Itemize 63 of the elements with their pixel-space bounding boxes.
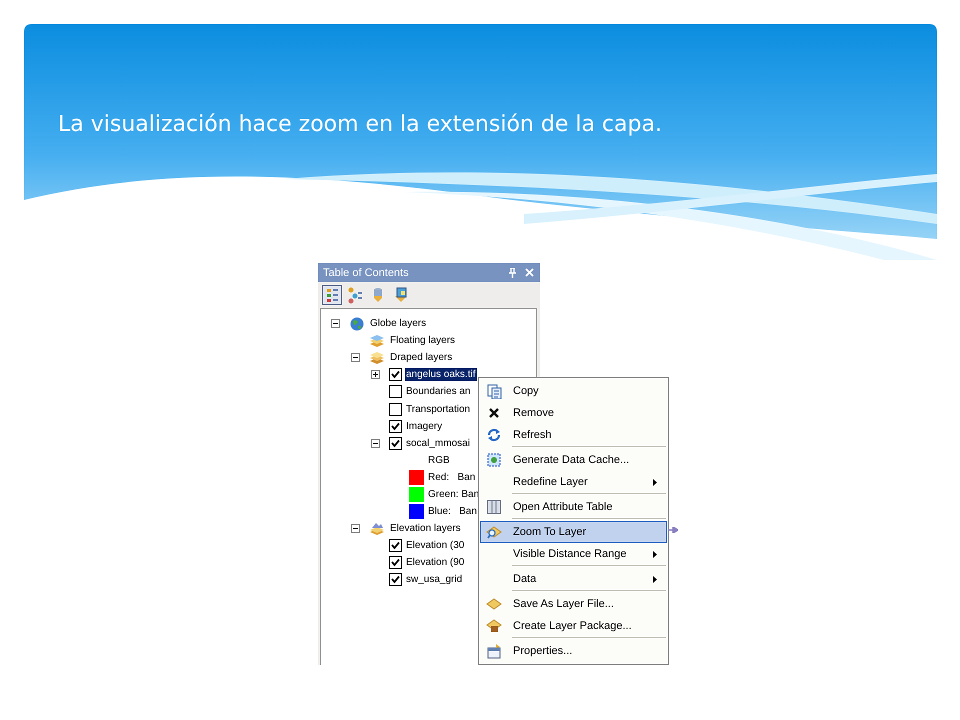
tree-item-label[interactable]: Floating layers	[389, 334, 456, 348]
tree-item-label[interactable]: sw_usa_grid	[405, 573, 464, 586]
menu-item[interactable]: Zoom To Layer	[480, 521, 667, 543]
layer-package-icon	[486, 618, 502, 634]
menu-item[interactable]: Create Layer Package...	[480, 615, 667, 640]
cache-grid-icon	[486, 452, 502, 468]
source-tree-icon	[346, 286, 364, 304]
menu-item[interactable]: Properties...	[480, 640, 667, 662]
zoom-layer-icon	[486, 524, 502, 540]
submenu-arrow-icon	[653, 576, 657, 582]
submenu-arrow-icon	[653, 550, 657, 558]
tree-item-label[interactable]: Draped layers	[389, 351, 454, 364]
tree-item-label[interactable]: Boundaries an	[405, 385, 472, 398]
menu-item[interactable]: Save As Layer File...	[480, 593, 667, 615]
tree-item-label[interactable]: Red: Ban	[427, 470, 476, 484]
menu-item[interactable]: Data	[480, 568, 667, 593]
close-icon[interactable]	[525, 268, 534, 277]
properties-icon	[486, 643, 502, 659]
tree-item-label[interactable]: Blue: Ban	[427, 505, 478, 518]
pointer-mark-icon	[668, 527, 678, 533]
checkbox[interactable]	[389, 556, 402, 570]
tree-item-label[interactable]: angelus oaks.tif	[405, 368, 476, 382]
tree-item-label[interactable]: Elevation layers	[389, 522, 462, 536]
menu-item[interactable]: Remove	[480, 402, 667, 424]
menu-item[interactable]: Open Attribute Table	[480, 496, 667, 521]
tree-item-label[interactable]: Elevation (30	[405, 539, 466, 552]
globe-icon	[349, 316, 365, 332]
checkmark-icon	[391, 370, 400, 380]
copy-icon	[486, 383, 502, 399]
menu-item[interactable]: Refresh	[480, 424, 667, 449]
elevation-layer-icon	[369, 520, 385, 537]
checkbox[interactable]	[389, 573, 402, 586]
checkbox[interactable]	[389, 420, 402, 433]
pin-icon[interactable]	[508, 268, 517, 278]
checkbox[interactable]	[389, 368, 402, 382]
slide-title: La visualización hace zoom en la extensión de la capa.	[58, 112, 662, 137]
expand-icon[interactable]	[371, 370, 380, 380]
checkbox[interactable]	[389, 436, 402, 450]
layer-stack-icon	[369, 350, 385, 366]
tree-item-label[interactable]: Transportation	[405, 402, 472, 416]
tree-item-label[interactable]: socal_mmosai	[405, 436, 471, 450]
panel-title: Table of Contents	[323, 266, 410, 278]
collapse-icon[interactable]	[351, 353, 360, 362]
menu-item[interactable]: Generate Data Cache...	[480, 449, 667, 471]
refresh-icon	[486, 427, 502, 443]
layer-stack-icon	[369, 332, 385, 349]
collapse-icon[interactable]	[371, 438, 380, 448]
tree-item-label[interactable]: Globe layers	[369, 317, 428, 330]
checkbox[interactable]	[389, 402, 402, 416]
checkbox[interactable]	[389, 539, 402, 552]
layer-file-icon	[486, 596, 502, 612]
table-icon	[486, 499, 502, 515]
menu-item[interactable]: Copy	[480, 380, 667, 402]
collapse-icon[interactable]	[351, 524, 360, 534]
checkbox[interactable]	[389, 385, 402, 398]
menu-item[interactable]: Redefine Layer	[480, 471, 667, 496]
tree-item-label[interactable]: Elevation (90	[405, 556, 466, 570]
menu-item[interactable]: Visible Distance Range	[480, 543, 667, 568]
collapse-icon[interactable]	[331, 319, 340, 328]
toolbar-button[interactable]	[322, 285, 342, 305]
tree-item-label[interactable]: Imagery	[405, 420, 444, 433]
submenu-arrow-icon	[653, 478, 657, 486]
tree-item-label[interactable]: RGB	[427, 454, 451, 467]
